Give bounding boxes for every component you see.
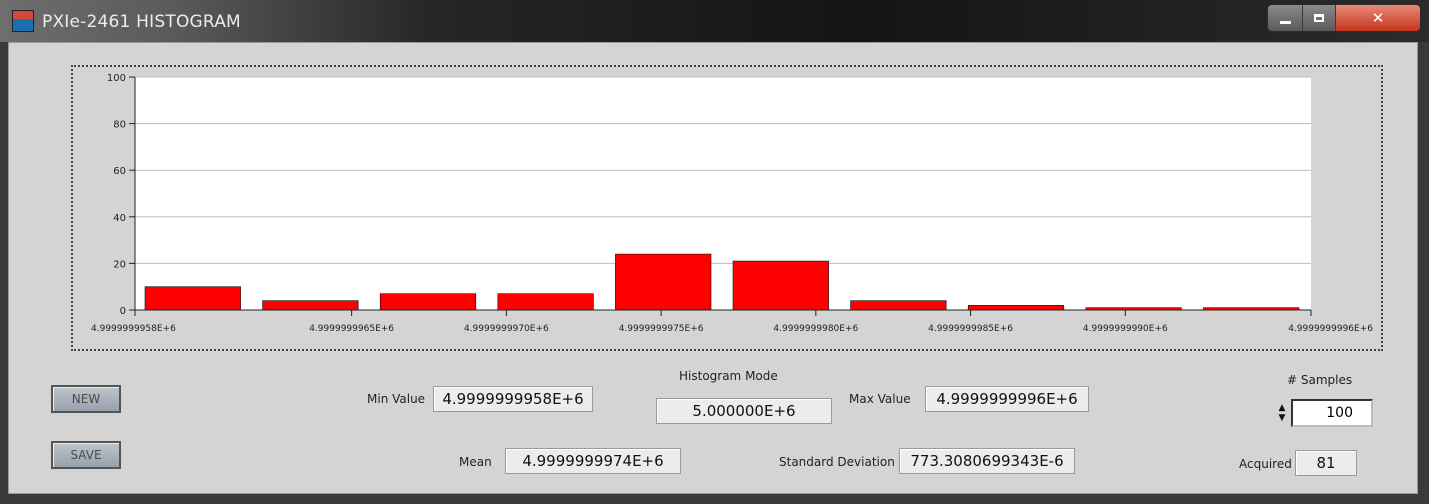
standard-deviation-label: Standard Deviation	[779, 455, 895, 469]
y-tick-label: 20	[113, 259, 126, 270]
histogram-bar	[497, 293, 594, 311]
window-controls: ✕	[1267, 4, 1421, 32]
min-value-field: 4.9999999958E+6	[433, 386, 593, 412]
title-bar[interactable]: PXIe-2461 HISTOGRAM ✕	[0, 0, 1429, 42]
y-tick-label: 40	[113, 213, 126, 224]
histogram-chart: 0 20 40 60 80 100 4.9999999958E+6 4.9999999965E…	[91, 73, 1373, 334]
standard-deviation-field: 773.3080699343E-6	[899, 448, 1075, 474]
app-icon	[12, 10, 34, 32]
histogram-bar	[850, 300, 947, 311]
histogram-mode-label: Histogram Mode	[679, 369, 778, 383]
y-tick-label: 100	[107, 73, 126, 84]
histogram-graph-frame[interactable]: 0 20 40 60 80 100 4.9999999958E+6 4.9999999965E…	[71, 65, 1383, 351]
histogram-bar	[144, 286, 241, 311]
histogram-bar	[379, 293, 477, 311]
maximize-icon	[1314, 14, 1324, 22]
samples-spinner[interactable]: ▲ ▼ 100	[1275, 399, 1373, 427]
x-tick-label: 4.9999999970E+6	[464, 324, 549, 334]
spinner-arrows-icon[interactable]: ▲ ▼	[1275, 401, 1289, 425]
close-button[interactable]: ✕	[1336, 5, 1420, 31]
mean-field: 4.9999999974E+6	[505, 448, 681, 474]
samples-label: # Samples	[1287, 373, 1353, 387]
y-tick-label: 0	[120, 306, 126, 317]
new-button[interactable]: NEW	[51, 385, 121, 413]
histogram-bar	[615, 253, 712, 311]
histogram-mode-field: 5.000000E+6	[656, 398, 832, 424]
y-tick-label: 80	[113, 120, 126, 131]
x-tick-label: 4.9999999990E+6	[1083, 324, 1168, 334]
x-tick-label: 4.9999999975E+6	[619, 324, 704, 334]
minimize-button[interactable]	[1268, 5, 1303, 31]
mean-label: Mean	[459, 455, 492, 469]
plot-area	[135, 77, 1311, 310]
x-tick-label: 4.9999999996E+6	[1288, 324, 1373, 334]
maximize-button[interactable]	[1303, 5, 1336, 31]
minimize-icon	[1279, 20, 1291, 24]
save-button[interactable]: SAVE	[51, 441, 121, 469]
acquired-field: 81	[1295, 450, 1357, 476]
max-value-field: 4.9999999996E+6	[925, 386, 1089, 412]
histogram-bar	[732, 260, 829, 311]
min-value-label: Min Value	[367, 392, 426, 406]
samples-input[interactable]: 100	[1291, 399, 1373, 427]
x-tick-label: 4.9999999958E+6	[91, 324, 176, 334]
window-title: PXIe-2461 HISTOGRAM	[42, 12, 241, 32]
histogram-bar	[967, 305, 1065, 311]
acquired-label: Acquired	[1239, 457, 1292, 471]
max-value-label: Max Value	[849, 392, 911, 406]
y-tick-label: 60	[113, 166, 126, 177]
x-tick-label: 4.9999999985E+6	[928, 324, 1013, 334]
app-window: PXIe-2461 HISTOGRAM ✕ 0 20 40 60 80 100 4.9999…	[0, 0, 1429, 504]
x-tick-label: 4.9999999980E+6	[773, 324, 858, 334]
close-icon: ✕	[1371, 9, 1385, 27]
x-tick-label: 4.9999999965E+6	[309, 324, 394, 334]
client-area: 0 20 40 60 80 100 4.9999999958E+6 4.9999999965E…	[8, 42, 1418, 494]
histogram-bar	[262, 300, 359, 311]
